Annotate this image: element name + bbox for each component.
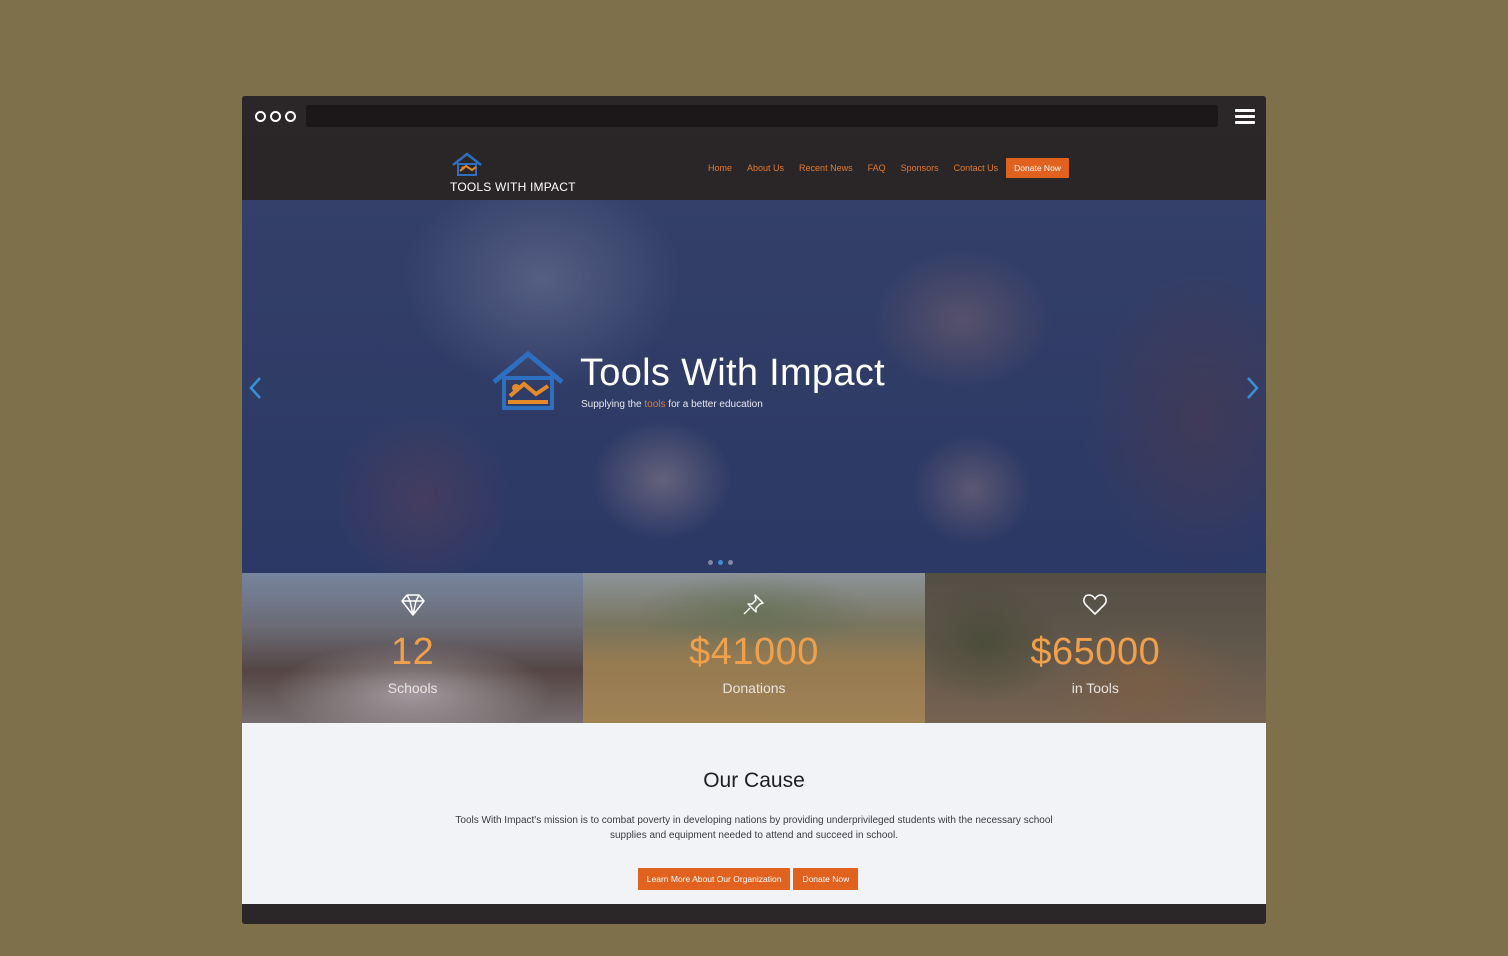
window-dot-icon[interactable] <box>270 111 281 122</box>
carousel-indicators <box>708 560 733 565</box>
window-dot-icon[interactable] <box>255 111 266 122</box>
carousel-next-icon[interactable] <box>1246 376 1260 400</box>
stat-value: 12 <box>391 631 435 673</box>
stat-tools: $65000 in Tools <box>924 573 1266 723</box>
nav-donate-button[interactable]: Donate Now <box>1006 158 1069 178</box>
stat-donations: $41000 Donations <box>583 573 925 723</box>
browser-chrome <box>242 96 1266 136</box>
carousel-prev-icon[interactable] <box>248 376 262 400</box>
learn-more-button[interactable]: Learn More About Our Organization <box>637 868 791 890</box>
nav-contact-us[interactable]: Contact Us <box>954 163 999 173</box>
donate-now-button[interactable]: Donate Now <box>793 868 859 890</box>
hero-subtitle-accent: tools <box>644 399 666 410</box>
nav-sponsors[interactable]: Sponsors <box>901 163 939 173</box>
heart-icon <box>1083 594 1108 615</box>
cause-buttons: Learn More About Our Organization Donate… <box>242 868 1266 890</box>
stat-label: in Tools <box>1071 680 1119 696</box>
nav-faq[interactable]: FAQ <box>868 163 886 173</box>
pushpin-icon <box>743 594 764 615</box>
stat-value: $41000 <box>689 631 819 673</box>
main-nav: Home About Us Recent News FAQ Sponsors C… <box>708 158 1069 178</box>
nav-home[interactable]: Home <box>708 163 732 173</box>
carousel-indicator[interactable] <box>728 560 733 565</box>
window-dot-icon[interactable] <box>285 111 296 122</box>
hero-title: Tools With Impact <box>580 352 885 394</box>
stat-label: Donations <box>722 680 786 696</box>
hero-subtitle-start: Supplying the <box>581 399 645 410</box>
brand-logo-icon <box>452 152 482 176</box>
cause-text: Tools With Impact's mission is to combat… <box>455 815 1053 841</box>
stat-schools: 12 Schools <box>242 573 584 723</box>
hamburger-menu-icon[interactable] <box>1235 109 1255 124</box>
hero-logo-icon <box>492 350 564 410</box>
stat-value: $65000 <box>1030 631 1161 673</box>
browser-bottom-bar <box>242 904 1266 924</box>
carousel-indicator[interactable] <box>708 560 713 565</box>
window-controls <box>255 111 296 122</box>
nav-about-us[interactable]: About Us <box>747 163 784 173</box>
hero-carousel: Tools With Impact Supplying the tools fo… <box>242 200 1266 573</box>
our-cause-section: Our Cause Tools With Impact's mission is… <box>242 723 1266 904</box>
browser-window: TOOLS WITH IMPACT Home About Us Recent N… <box>242 96 1266 924</box>
cause-title: Our Cause <box>703 769 805 792</box>
site-navbar: TOOLS WITH IMPACT Home About Us Recent N… <box>242 136 1266 200</box>
address-bar[interactable] <box>306 105 1218 127</box>
website: TOOLS WITH IMPACT Home About Us Recent N… <box>242 136 1266 904</box>
stat-label: Schools <box>387 680 438 696</box>
brand-name: TOOLS WITH IMPACT <box>450 180 576 194</box>
carousel-indicator-active[interactable] <box>718 560 723 565</box>
nav-recent-news[interactable]: Recent News <box>799 163 853 173</box>
stats-row: 12 Schools $41000 Donations $65000 in To… <box>242 573 1266 723</box>
hero-subtitle-end: for a better education <box>665 399 763 410</box>
hero-subtitle: Supplying the tools for a better educati… <box>581 399 763 410</box>
diamond-icon <box>400 594 425 616</box>
